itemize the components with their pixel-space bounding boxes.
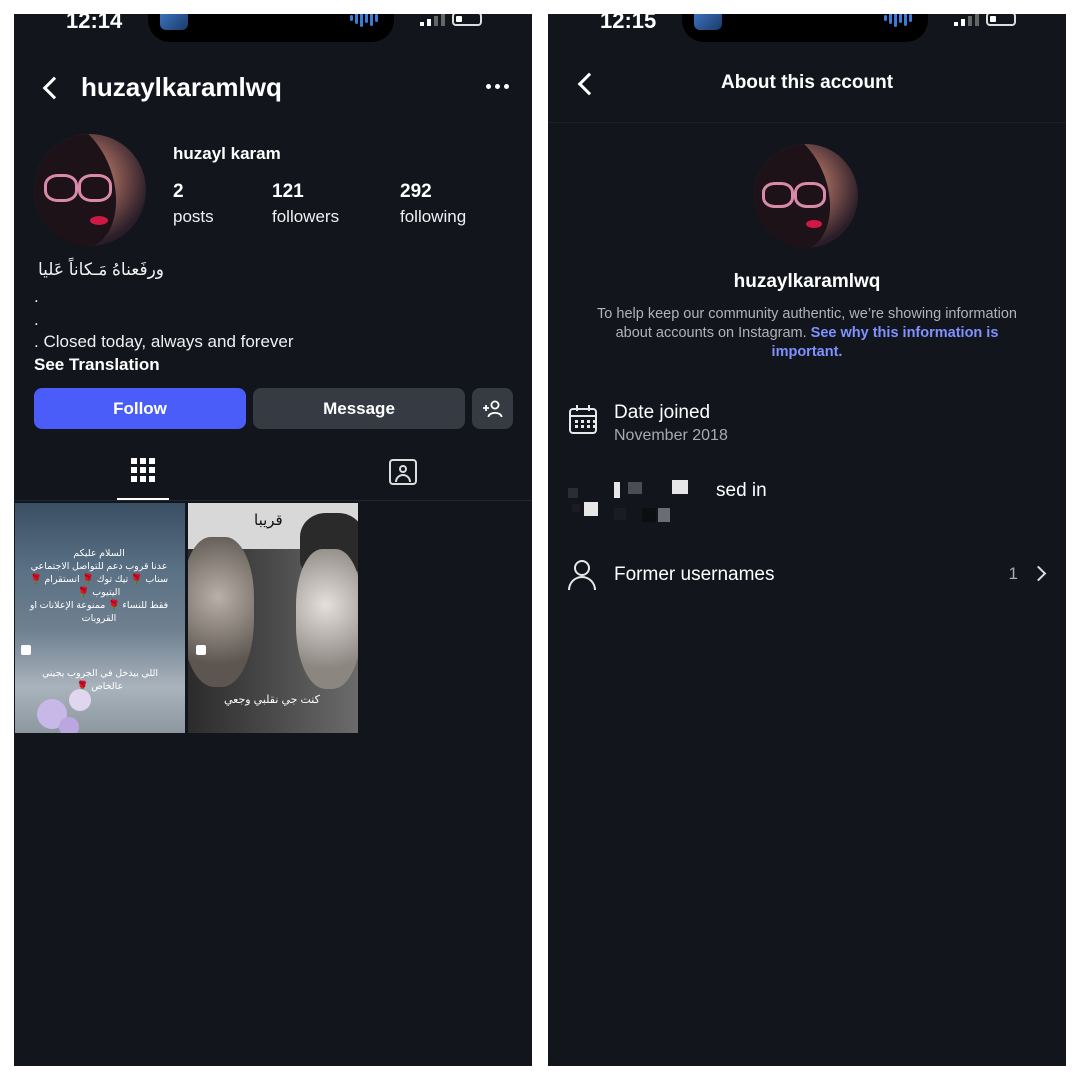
profile-avatar[interactable] bbox=[34, 134, 146, 246]
date-joined-row: Date joined November 2018 bbox=[566, 402, 1048, 452]
post-text-line: اليتيوب 🌹 bbox=[77, 587, 121, 598]
tiktok-icon bbox=[196, 645, 206, 655]
date-joined-value: November 2018 bbox=[614, 427, 728, 444]
tagged-person-icon bbox=[389, 459, 417, 485]
profile-avatar bbox=[754, 144, 858, 248]
audio-wave-icon bbox=[884, 14, 912, 28]
redacted-block bbox=[628, 482, 642, 494]
person-icon bbox=[566, 560, 600, 594]
post-thumbnail[interactable]: السلام عليكم عدنا قروب دعم للتواصل الاجت… bbox=[15, 503, 185, 733]
person-face-image bbox=[188, 537, 254, 687]
post-text-line: القروبات bbox=[81, 613, 117, 624]
tab-posts-grid[interactable] bbox=[117, 454, 169, 500]
post-text-line: اللي بيدخل في الجروب يجيني bbox=[41, 668, 159, 679]
post-text-line: فقط للنساء 🌹 ممنوعة الإعلانات او bbox=[29, 600, 169, 611]
profile-screen: 12:14 huzaylkaramlwq huzayl karam 2 post… bbox=[14, 14, 532, 1066]
about-description: To help keep our community authentic, we… bbox=[588, 305, 1026, 362]
profile-display-name: huzayl karam bbox=[173, 144, 281, 163]
bio-line: . bbox=[34, 310, 39, 329]
about-account-screen: 12:15 About this account huzaylkaramlwq … bbox=[548, 14, 1066, 1066]
suggested-accounts-button[interactable] bbox=[472, 388, 513, 429]
signal-icon bbox=[954, 14, 979, 26]
stat-followers[interactable]: 121 followers bbox=[272, 181, 339, 227]
account-based-in-label: sed in bbox=[716, 480, 767, 501]
app-icon bbox=[160, 14, 188, 30]
stat-followers-label: followers bbox=[272, 207, 340, 226]
person-face-image bbox=[296, 549, 358, 689]
post-overlay-text: السلام عليكم عدنا قروب دعم للتواصل الاجت… bbox=[21, 547, 177, 625]
calendar-icon bbox=[566, 402, 600, 436]
stat-posts-value: 2 bbox=[173, 181, 184, 202]
redacted-block bbox=[614, 482, 620, 498]
stat-following-label: following bbox=[400, 207, 467, 226]
post-overlay-text: اللي بيدخل في الجروب يجيني عالخاص 🌹 bbox=[25, 667, 175, 693]
stat-following[interactable]: 292 following bbox=[400, 181, 466, 227]
status-bar-time: 12:14 bbox=[66, 14, 123, 33]
stat-following-value: 292 bbox=[400, 181, 432, 202]
tiktok-icon bbox=[21, 645, 31, 655]
post-text-line: عدنا قروب دعم للتواصل الاجتماعي bbox=[30, 561, 168, 572]
flower-decoration bbox=[59, 717, 79, 733]
redacted-block bbox=[658, 508, 670, 522]
redacted-block bbox=[614, 508, 626, 520]
former-usernames-label: Former usernames bbox=[614, 564, 775, 585]
stat-posts-label: posts bbox=[173, 207, 214, 226]
redacted-block bbox=[642, 508, 656, 522]
former-usernames-row[interactable]: Former usernames 1 bbox=[566, 560, 1048, 594]
tab-tagged[interactable] bbox=[378, 454, 430, 500]
chevron-right-icon bbox=[1030, 565, 1047, 582]
account-username: huzaylkaramlwq bbox=[733, 271, 881, 292]
account-based-in-row: sed in bbox=[566, 480, 1048, 530]
redacted-block bbox=[672, 480, 688, 494]
page-title: About this account bbox=[720, 72, 894, 93]
stat-posts[interactable]: 2 posts bbox=[173, 181, 214, 227]
audio-wave-icon bbox=[350, 14, 378, 28]
bio-line: . bbox=[34, 287, 39, 306]
profile-username: huzaylkaramlwq bbox=[81, 72, 282, 102]
see-translation-link[interactable]: See Translation bbox=[34, 355, 160, 375]
post-text-line: عالخاص 🌹 bbox=[76, 681, 124, 692]
dynamic-island bbox=[148, 14, 394, 42]
tab-divider bbox=[14, 500, 532, 501]
bio-line: . Closed today, always and forever bbox=[34, 332, 294, 351]
battery-icon bbox=[986, 14, 1016, 26]
follow-button[interactable]: Follow bbox=[34, 388, 246, 429]
post-text-line: السلام عليكم bbox=[73, 548, 125, 559]
status-bar-time: 12:15 bbox=[600, 14, 657, 33]
dynamic-island bbox=[682, 14, 928, 42]
date-joined-label: Date joined bbox=[614, 402, 711, 423]
post-text-line: سناب 🌹 تيك توك 🌹 انستقرام 🌹 bbox=[29, 574, 169, 585]
former-usernames-count: 1 bbox=[1008, 564, 1018, 583]
flower-decoration bbox=[69, 689, 91, 711]
back-icon[interactable] bbox=[42, 76, 66, 100]
post-overlay-text: قريبا bbox=[254, 512, 283, 529]
post-overlay-text: كنت جي نقلبي وجعي bbox=[224, 694, 320, 706]
post-thumbnail[interactable]: قريبا كنت جي نقلبي وجعي bbox=[188, 503, 358, 733]
stat-followers-value: 121 bbox=[272, 181, 304, 202]
header-divider bbox=[548, 122, 1066, 123]
bio-line: ورفَعناهُ مَـكاناً عَليا bbox=[37, 260, 164, 279]
grid-icon bbox=[131, 458, 155, 482]
more-options-icon[interactable] bbox=[486, 84, 509, 89]
battery-icon bbox=[452, 14, 482, 26]
message-button[interactable]: Message bbox=[253, 388, 465, 429]
signal-icon bbox=[420, 14, 445, 26]
redacted-icon bbox=[566, 480, 600, 516]
app-icon bbox=[694, 14, 722, 30]
add-person-icon bbox=[482, 400, 502, 417]
